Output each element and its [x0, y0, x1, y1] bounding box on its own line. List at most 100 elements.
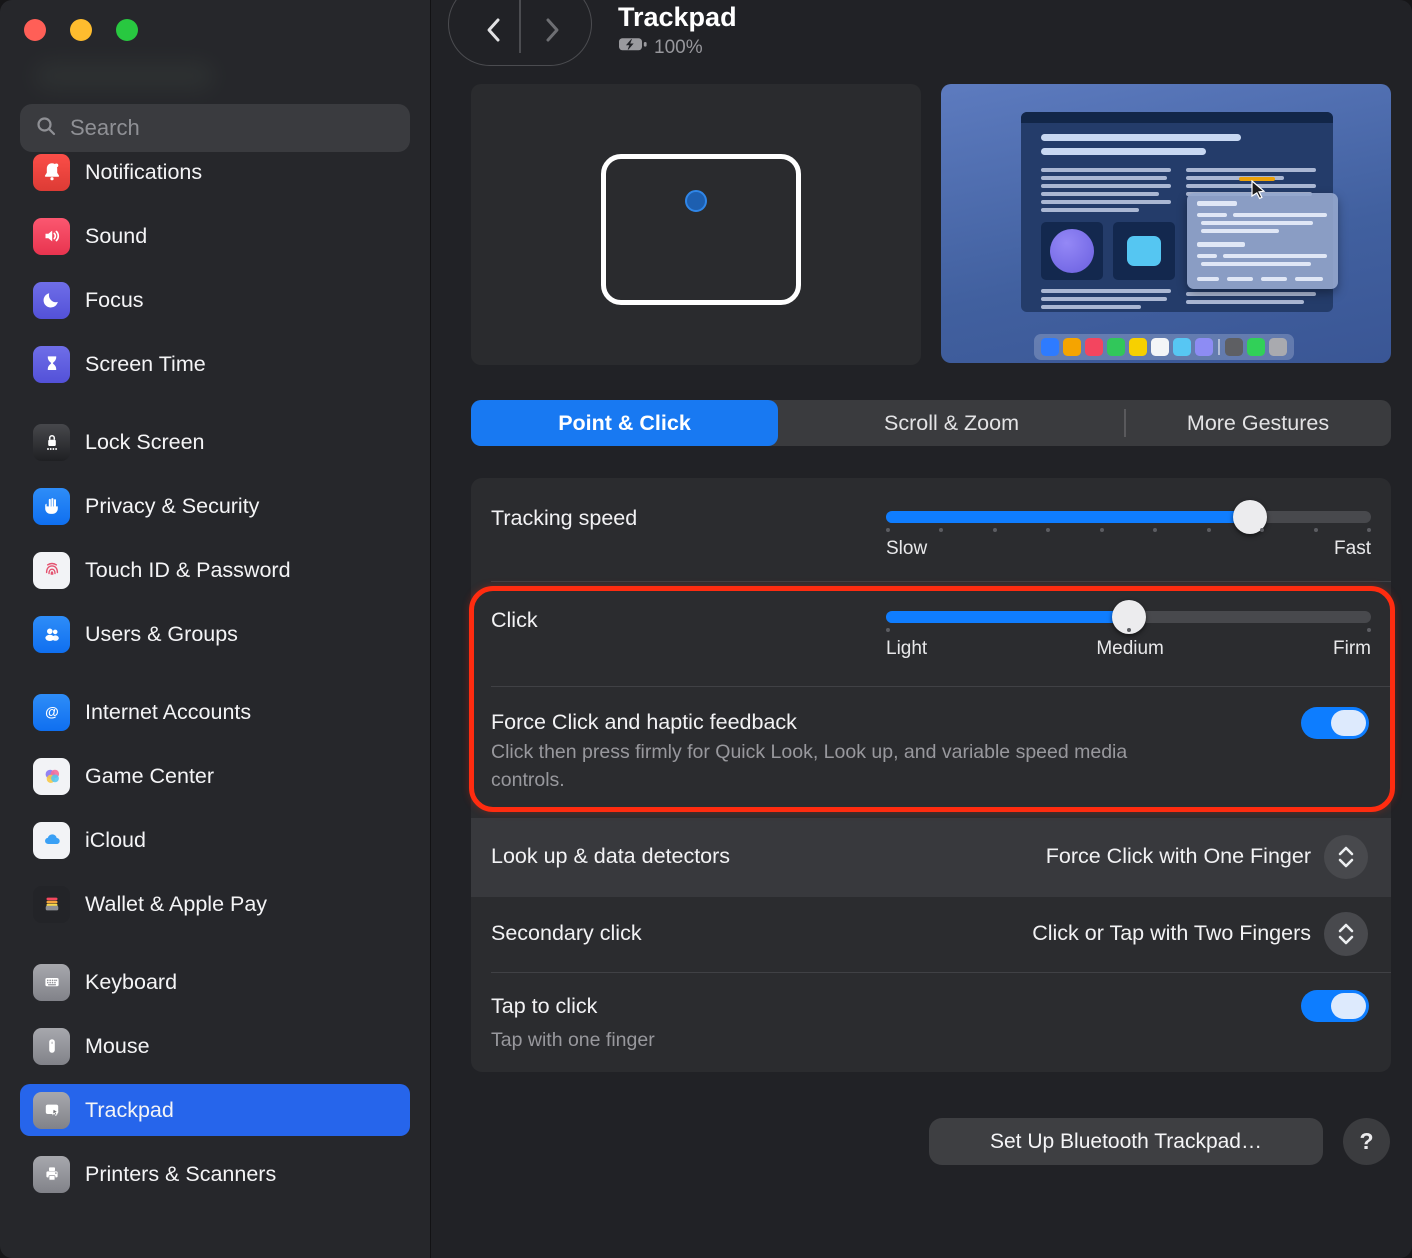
screen-preview-illustration — [941, 84, 1391, 363]
sidebar-item-focus[interactable]: Focus — [20, 274, 410, 326]
secondary-click-stepper[interactable] — [1324, 912, 1368, 956]
battery-charging-icon — [618, 36, 649, 59]
battery-percent: 100% — [654, 36, 703, 58]
sidebar-item-game-center[interactable]: Game Center — [20, 750, 410, 802]
game-bubbles-icon — [33, 757, 70, 795]
click-slider[interactable] — [886, 600, 1371, 634]
sidebar-item-label: Lock Screen — [85, 429, 205, 454]
click-ticks — [886, 628, 1371, 632]
look-up-label: Look up & data detectors — [491, 844, 731, 868]
trackpad-touch-dot — [685, 190, 707, 212]
keyboard-icon — [33, 963, 70, 1001]
close-window-button[interactable] — [24, 19, 46, 41]
sidebar-nav-list: Notifications Sound Focus Screen Time Lo… — [20, 146, 410, 1212]
trackpad-icon — [33, 1091, 70, 1129]
tracking-speed-slider[interactable] — [886, 500, 1371, 534]
back-forward-control — [448, 0, 592, 66]
sidebar-item-label: Keyboard — [85, 969, 178, 994]
tracking-speed-label: Tracking speed — [491, 506, 638, 530]
sidebar-item-wallet[interactable]: Wallet & Apple Pay — [20, 878, 410, 930]
main-content: Trackpad 100% Point & Click Scroll & Zoo… — [431, 0, 1412, 1258]
tab-point-and-click[interactable]: Point & Click — [471, 400, 778, 446]
blurred-account-name — [34, 62, 214, 90]
sidebar-item-label: Trackpad — [85, 1097, 174, 1122]
tap-to-click-toggle[interactable] — [1301, 990, 1369, 1022]
search-input[interactable] — [68, 114, 396, 142]
force-click-label: Force Click and haptic feedback — [491, 710, 797, 734]
help-button[interactable]: ? — [1343, 1118, 1390, 1165]
sidebar-item-label: Printers & Scanners — [85, 1161, 277, 1186]
sidebar-item-users-groups[interactable]: Users & Groups — [20, 608, 410, 660]
pill-divider — [519, 0, 521, 53]
mouse-icon — [33, 1027, 70, 1065]
battery-status: 100% — [618, 36, 703, 59]
sidebar-item-label: Focus — [85, 287, 144, 312]
sidebar-item-touch-id[interactable]: Touch ID & Password — [20, 544, 410, 596]
hand-icon — [33, 487, 70, 525]
at-sign-icon: @ — [33, 693, 70, 731]
tap-to-click-label: Tap to click — [491, 994, 598, 1018]
forward-button[interactable] — [541, 17, 563, 48]
slow-label: Slow — [886, 538, 928, 559]
cloud-icon — [33, 821, 70, 859]
medium-label: Medium — [1096, 638, 1164, 659]
sidebar-item-label: Sound — [85, 223, 148, 248]
sidebar-item-screen-time[interactable]: Screen Time — [20, 338, 410, 390]
light-label: Light — [886, 638, 928, 659]
sidebar-item-label: Screen Time — [85, 351, 206, 376]
sidebar-item-internet-accounts[interactable]: @ Internet Accounts — [20, 686, 410, 738]
wallet-icon — [33, 885, 70, 923]
sidebar-item-notifications[interactable]: Notifications — [20, 146, 410, 198]
hourglass-icon — [33, 345, 70, 383]
tracking-speed-ticks — [886, 528, 1371, 532]
tab-more-gestures[interactable]: More Gestures — [1125, 400, 1391, 446]
sidebar-item-trackpad[interactable]: Trackpad — [20, 1084, 410, 1136]
search-icon — [34, 114, 58, 143]
sidebar-item-label: Mouse — [85, 1033, 150, 1058]
firm-label: Firm — [1333, 638, 1371, 659]
tap-to-click-description: Tap with one finger — [491, 1029, 655, 1051]
setup-bluetooth-trackpad-button[interactable]: Set Up Bluetooth Trackpad… — [929, 1118, 1323, 1165]
sidebar-item-mouse[interactable]: Mouse — [20, 1020, 410, 1072]
lock-icon — [33, 423, 70, 461]
speaker-icon — [33, 217, 70, 255]
purple-circle-graphic — [1050, 229, 1094, 273]
sidebar-item-lock-screen[interactable]: Lock Screen — [20, 416, 410, 468]
tab-scroll-and-zoom[interactable]: Scroll & Zoom — [778, 400, 1125, 446]
sidebar-item-keyboard[interactable]: Keyboard — [20, 956, 410, 1008]
cursor-icon — [1251, 179, 1269, 205]
look-up-stepper[interactable] — [1324, 835, 1368, 879]
zoom-window-button[interactable] — [116, 19, 138, 41]
sidebar-item-sound[interactable]: Sound — [20, 210, 410, 262]
search-field[interactable] — [20, 104, 410, 152]
sidebar-item-icloud[interactable]: iCloud — [20, 814, 410, 866]
force-click-toggle[interactable] — [1301, 707, 1369, 739]
sidebar-item-printers-scanners[interactable]: Printers & Scanners — [20, 1148, 410, 1200]
secondary-click-label: Secondary click — [491, 921, 642, 945]
fingerprint-icon — [33, 551, 70, 589]
cyan-square-graphic — [1127, 236, 1161, 266]
look-up-value[interactable]: Force Click with One Finger — [1046, 844, 1311, 869]
trackpad-outline-graphic — [601, 154, 801, 305]
sidebar-item-label: Users & Groups — [85, 621, 238, 646]
back-button[interactable] — [483, 17, 505, 48]
click-label: Click — [491, 608, 538, 632]
quick-look-popup-graphic — [1187, 193, 1338, 289]
fast-label: Fast — [1334, 538, 1371, 559]
secondary-click-value[interactable]: Click or Tap with Two Fingers — [1032, 921, 1311, 946]
force-click-description: Click then press firmly for Quick Look, … — [491, 741, 1128, 791]
sidebar-item-label: Privacy & Security — [85, 493, 260, 518]
sidebar-item-label: Game Center — [85, 763, 215, 788]
sidebar-item-label: iCloud — [85, 827, 146, 852]
moon-icon — [33, 281, 70, 319]
sidebar-item-label: Wallet & Apple Pay — [85, 891, 268, 916]
bell-icon — [33, 153, 70, 191]
settings-card: Tracking speed Slow Fast Click Light Med… — [471, 478, 1391, 1072]
sidebar-item-privacy-security[interactable]: Privacy & Security — [20, 480, 410, 532]
minimize-window-button[interactable] — [70, 19, 92, 41]
svg-text:@: @ — [45, 704, 59, 720]
sidebar-item-label: Notifications — [85, 159, 203, 184]
sidebar: Notifications Sound Focus Screen Time — [0, 0, 431, 1258]
printer-icon — [33, 1155, 70, 1193]
page-title: Trackpad — [618, 2, 737, 32]
